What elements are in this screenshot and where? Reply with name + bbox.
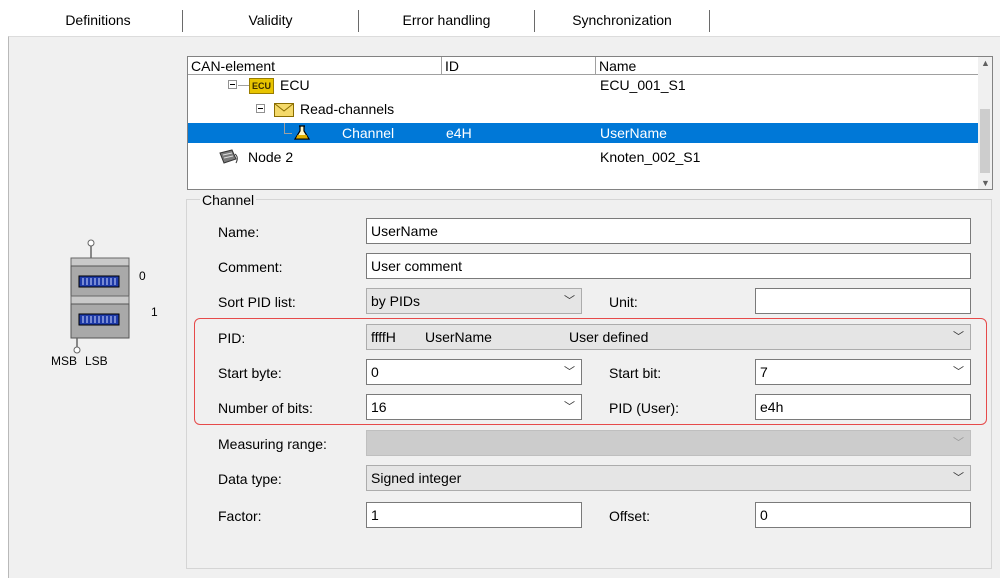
comment-label: Comment: (218, 259, 283, 275)
envelope-icon (274, 102, 294, 122)
scrollbar-thumb[interactable] (980, 109, 990, 173)
byte-order-diagram: 0 1 MSB LSB (51, 238, 165, 398)
unit-field[interactable] (755, 288, 971, 314)
tab-validity[interactable]: Validity (183, 4, 358, 36)
tree-line (284, 123, 285, 133)
data-type-dropdown[interactable]: Signed integer ﹀ (366, 465, 971, 491)
tree-row-ecu[interactable]: ECU ECU ECU_001_S1 (188, 75, 991, 95)
factor-field[interactable]: 1 (366, 502, 582, 528)
factor-label: Factor: (218, 508, 262, 524)
measuring-range-dropdown[interactable]: ﹀ (366, 430, 971, 456)
data-type-value: Signed integer (371, 470, 462, 486)
scroll-down-icon[interactable]: ▼ (981, 178, 990, 188)
offset-field[interactable]: 0 (755, 502, 971, 528)
byte-index-0: 0 (139, 269, 146, 283)
tree-row-node-2[interactable]: Node 2 Knoten_002_S1 (188, 147, 991, 167)
tree-row-label: Node 2 (248, 149, 294, 165)
collapse-icon[interactable] (256, 104, 265, 113)
tab-error-handling[interactable]: Error handling (359, 4, 534, 36)
name-label: Name: (218, 224, 260, 240)
sort-pid-dropdown[interactable]: by PIDs ﹀ (366, 288, 582, 314)
column-header-can-element[interactable]: CAN-element (188, 57, 442, 75)
byte-index-1: 1 (151, 305, 158, 319)
measuring-range-label: Measuring range: (218, 436, 327, 452)
unit-label: Unit: (609, 294, 638, 310)
node-icon (218, 149, 240, 170)
tree-row-label: Channel (342, 125, 395, 141)
tree-row-name: ECU_001_S1 (600, 77, 686, 93)
highlight-box (194, 318, 987, 425)
comment-field[interactable]: User comment (366, 253, 971, 279)
tab-synchronization[interactable]: Synchronization (535, 4, 709, 36)
column-header-name[interactable]: Name (596, 57, 992, 75)
channel-group-title: Channel (200, 192, 257, 208)
name-field[interactable]: UserName (366, 218, 971, 244)
column-header-id[interactable]: ID (442, 57, 596, 75)
offset-label: Offset: (609, 508, 650, 524)
tab-divider (709, 10, 710, 32)
collapse-icon[interactable] (228, 80, 237, 89)
tree-row-name: Knoten_002_S1 (600, 149, 701, 165)
tab-bar: Definitions Validity Error handling Sync… (0, 0, 1000, 40)
flask-icon (293, 125, 311, 146)
byte-blocks-graphic (70, 239, 130, 354)
tree-row-name: UserName (600, 125, 667, 141)
tree-row-label: Read-channels (300, 101, 395, 117)
can-element-tree[interactable]: CAN-element ID Name ECU ECU ECU_001_S1 R… (187, 56, 993, 190)
data-type-label: Data type: (218, 471, 282, 487)
tree-scrollbar[interactable]: ▲ ▼ (978, 57, 992, 189)
chevron-down-icon: ﹀ (953, 472, 964, 484)
tree-row-channel[interactable]: Channel e4H UserName (188, 123, 991, 143)
sort-pid-value: by PIDs (371, 293, 421, 309)
chevron-down-icon: ﹀ (564, 295, 575, 307)
tree-row-read-channels[interactable]: Read-channels (188, 99, 991, 119)
lsb-label: LSB (85, 354, 108, 368)
scroll-up-icon[interactable]: ▲ (981, 58, 990, 68)
tree-row-id: e4H (446, 125, 472, 141)
tab-definitions[interactable]: Definitions (14, 4, 182, 36)
tree-line (284, 133, 292, 134)
sort-pid-label: Sort PID list: (218, 294, 296, 310)
msb-label: MSB (51, 354, 78, 368)
ecu-icon: ECU (249, 78, 275, 94)
tree-row-label: ECU (280, 77, 310, 93)
chevron-down-icon: ﹀ (953, 437, 964, 449)
